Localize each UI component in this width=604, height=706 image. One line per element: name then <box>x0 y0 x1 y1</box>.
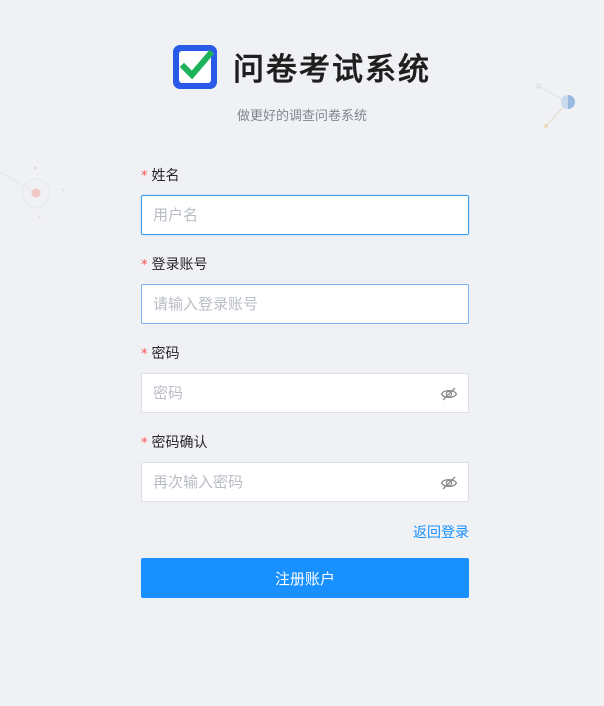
field-account: * 登录账号 <box>141 255 469 324</box>
register-button[interactable]: 注册账户 <box>141 558 469 598</box>
confirm-password-input[interactable] <box>142 463 468 501</box>
name-label-text: 姓名 <box>151 168 180 184</box>
confirm-password-label-text: 密码确认 <box>151 435 208 451</box>
confirm-password-label: * 密码确认 <box>141 433 469 453</box>
register-form: *姓名 *登录账号 *密码 *密码确认 <box>141 166 469 598</box>
password-label-text: 密码 <box>151 346 180 362</box>
name-input-box <box>141 195 469 235</box>
required-mark: * <box>141 347 148 362</box>
required-mark: * <box>141 258 148 273</box>
confirm-password-input-box <box>141 462 469 502</box>
account-label: * 登录账号 <box>141 255 469 275</box>
password-label: * 密码 <box>141 344 469 364</box>
header: 问卷考试系统 做更好的调查问卷系统 <box>0 44 604 124</box>
field-name: * 姓名 <box>141 166 469 235</box>
account-input-box <box>141 284 469 324</box>
password-input-box <box>141 373 469 413</box>
checkbox-icon <box>173 44 217 89</box>
account-label-text: 登录账号 <box>151 257 208 273</box>
field-confirm-password: * 密码确认 <box>141 433 469 502</box>
field-password: * 密码 <box>141 344 469 413</box>
app-title: 问卷考试系统 <box>233 52 431 88</box>
password-input[interactable] <box>142 374 468 412</box>
account-input[interactable] <box>142 285 468 323</box>
required-mark: * <box>141 169 148 184</box>
name-label: * 姓名 <box>141 166 469 186</box>
eye-off-icon[interactable] <box>440 385 458 403</box>
decoration-left <box>0 166 65 219</box>
required-mark: * <box>141 436 148 451</box>
name-input[interactable] <box>142 196 468 234</box>
brand: 问卷考试系统 <box>0 44 604 89</box>
eye-off-icon[interactable] <box>440 474 458 492</box>
app-subtitle: 做更好的调查问卷系统 <box>236 109 367 124</box>
form-links: 返回登录 <box>141 522 469 542</box>
back-to-login-link[interactable]: 返回登录 <box>413 525 469 541</box>
